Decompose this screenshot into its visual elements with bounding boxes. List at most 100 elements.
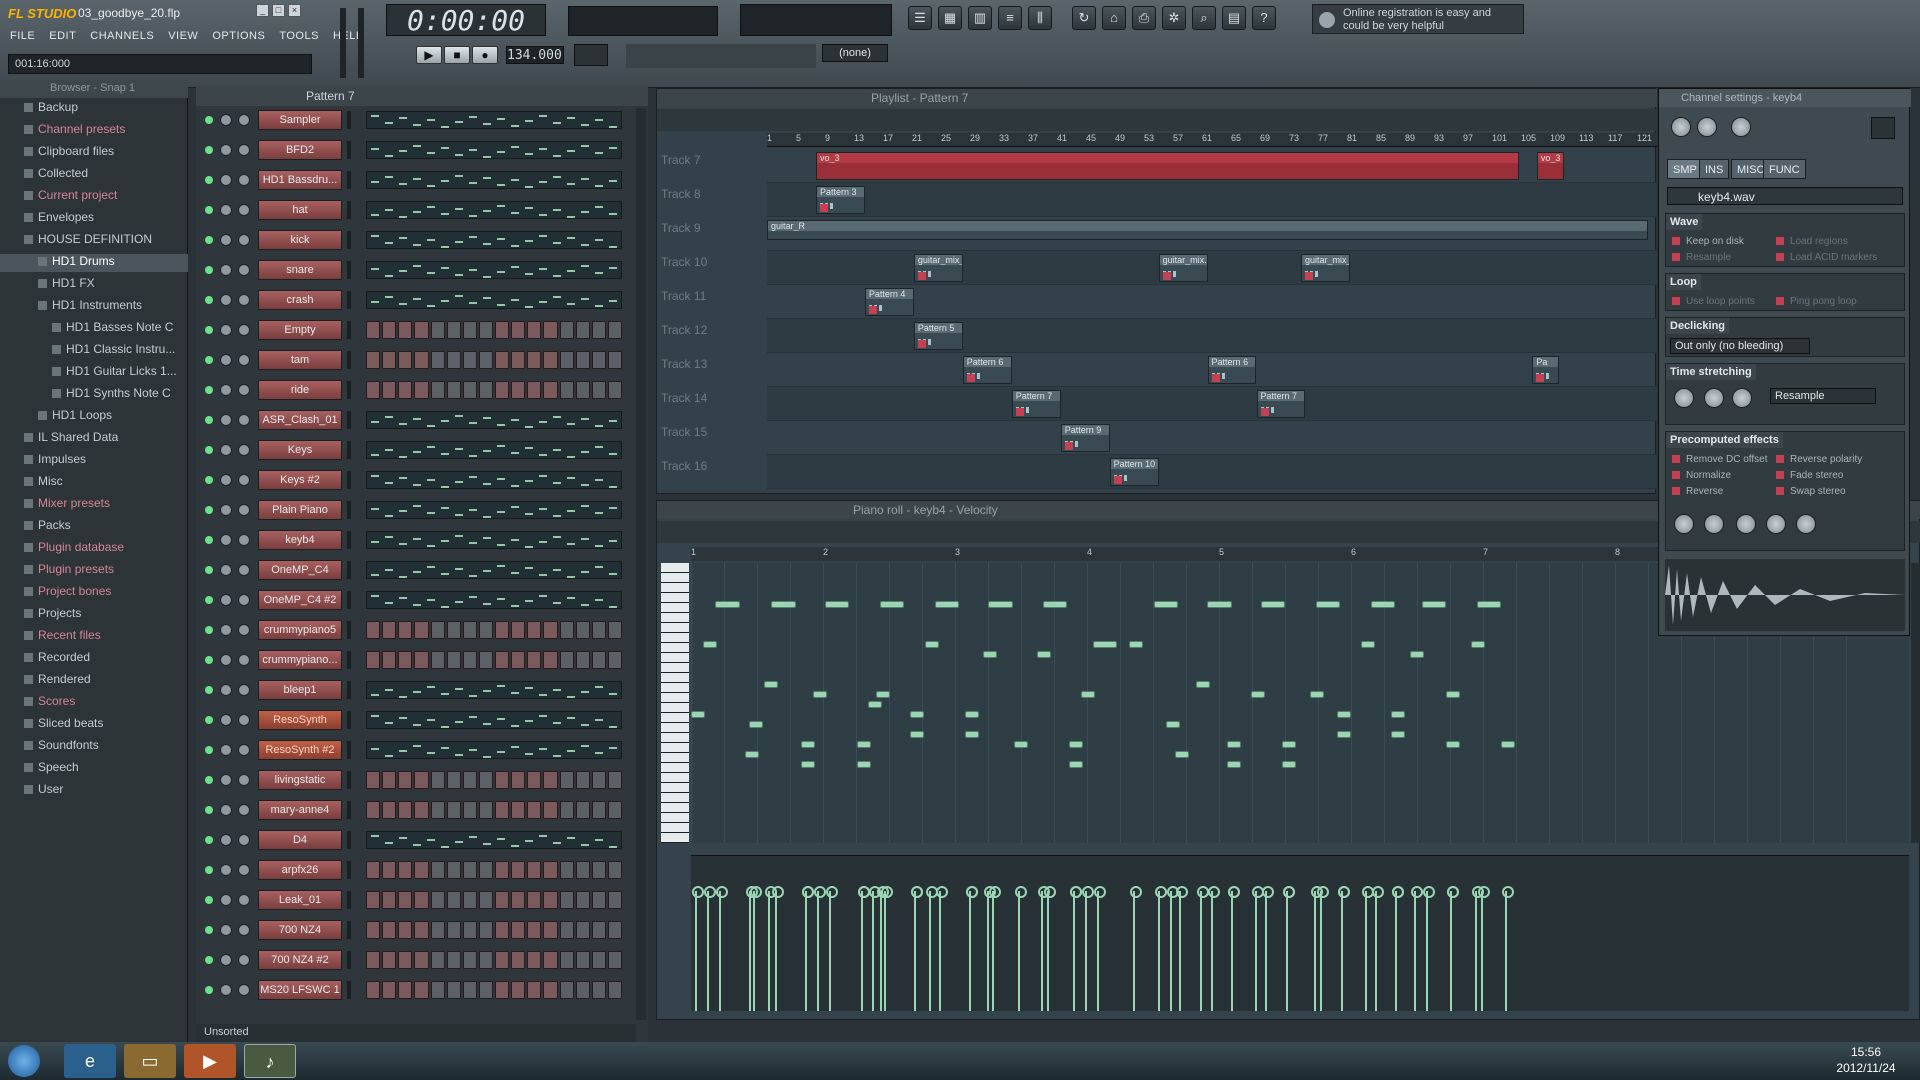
pan-knob[interactable] xyxy=(220,534,232,546)
online-news-panel[interactable]: Online registration is easy and could be… xyxy=(1312,4,1524,34)
playlist-clip[interactable]: Pattern 7 xyxy=(1011,390,1061,418)
browser-item[interactable]: Misc xyxy=(0,474,188,492)
step-buttons[interactable] xyxy=(366,861,622,879)
playlist-ruler[interactable]: 1 5 9 13 17 21 25 29 33 37 41 45 49 53 57 61 65 69 73 77 81 8… xyxy=(767,133,1657,147)
start-button[interactable] xyxy=(8,1045,40,1077)
channel-select[interactable] xyxy=(347,501,351,519)
volume-knob[interactable] xyxy=(238,864,250,876)
mini-piano-roll[interactable] xyxy=(366,411,622,429)
velocity-bar[interactable] xyxy=(880,886,893,1011)
pan-knob[interactable] xyxy=(220,984,232,996)
pattern-number[interactable] xyxy=(574,44,608,66)
mini-piano-roll[interactable] xyxy=(366,711,622,729)
piano-roll-note[interactable] xyxy=(983,651,998,658)
piano-roll-note[interactable] xyxy=(879,601,905,608)
piano-roll-note[interactable] xyxy=(1043,601,1068,608)
track-label[interactable]: Track 14 xyxy=(661,387,761,421)
playlist-clip[interactable]: Pattern 9 xyxy=(1060,424,1110,452)
option-checkbox[interactable]: Load regions xyxy=(1776,236,1848,247)
track-lane[interactable] xyxy=(767,251,1657,285)
pan-knob[interactable] xyxy=(220,564,232,576)
browser-item[interactable]: Scores xyxy=(0,694,188,712)
piano-roll-note[interactable] xyxy=(812,691,827,698)
pan-knob[interactable] xyxy=(220,474,232,486)
channel-button[interactable]: 700 NZ4 xyxy=(258,920,342,940)
piano-roll-note[interactable] xyxy=(824,601,850,608)
channel-button[interactable]: Plain Piano xyxy=(258,500,342,520)
channel-button[interactable]: Sampler xyxy=(258,110,342,130)
piano-roll-note[interactable] xyxy=(1370,601,1395,608)
browser-item[interactable]: Recent files xyxy=(0,628,188,646)
volume-knob[interactable] xyxy=(238,294,250,306)
piano-roll-note[interactable] xyxy=(1476,601,1501,608)
piano-roll-note[interactable] xyxy=(1391,711,1406,718)
velocity-bar[interactable] xyxy=(1167,886,1180,1011)
piano-roll-scrollbar[interactable] xyxy=(1911,563,1920,843)
media-player-icon[interactable]: ▶ xyxy=(184,1044,236,1078)
pan-knob[interactable] xyxy=(220,324,232,336)
pitch-knob[interactable] xyxy=(1731,117,1751,137)
velocity-lane[interactable] xyxy=(691,855,1909,1011)
channel-button[interactable]: Keys #2 xyxy=(258,470,342,490)
mute-led[interactable] xyxy=(205,566,213,574)
channel-select[interactable] xyxy=(347,171,351,189)
piano-roll-note[interactable] xyxy=(703,641,718,648)
velocity-bar[interactable] xyxy=(989,886,1002,1011)
channel-select[interactable] xyxy=(347,651,351,669)
mini-piano-roll[interactable] xyxy=(366,531,622,549)
project-info-icon[interactable]: ▤ xyxy=(1222,6,1246,30)
browser-item[interactable]: HD1 Instruments xyxy=(0,298,188,316)
piano-roll-note[interactable] xyxy=(1409,651,1424,658)
velocity-bar[interactable] xyxy=(1208,886,1221,1011)
browser-item[interactable]: HD1 Guitar Licks 1... xyxy=(0,364,188,382)
piano-roll-note[interactable] xyxy=(744,751,759,758)
velocity-bar[interactable] xyxy=(1069,886,1082,1011)
piano-roll-note[interactable] xyxy=(1336,711,1351,718)
volume-knob[interactable] xyxy=(238,954,250,966)
velocity-bar[interactable] xyxy=(984,886,997,1011)
step-buttons[interactable] xyxy=(366,651,622,669)
channel-button[interactable]: snare xyxy=(258,260,342,280)
fx-channel[interactable] xyxy=(1871,117,1895,139)
mute-led[interactable] xyxy=(205,326,213,334)
piano-roll-note[interactable] xyxy=(1080,691,1095,698)
velocity-bar[interactable] xyxy=(745,886,758,1011)
piano-roll-note[interactable] xyxy=(749,721,764,728)
pan-knob[interactable] xyxy=(220,864,232,876)
step-sequencer-icon[interactable]: ▦ xyxy=(938,6,962,30)
volume-knob[interactable] xyxy=(238,354,250,366)
piano-roll-note[interactable] xyxy=(1251,691,1266,698)
pan-knob[interactable] xyxy=(220,204,232,216)
piano-roll-note[interactable] xyxy=(1261,601,1286,608)
browser-item[interactable]: Impulses xyxy=(0,452,188,470)
piano-roll-note[interactable] xyxy=(1281,741,1296,748)
piano-roll-note[interactable] xyxy=(856,761,871,768)
close-button[interactable]: × xyxy=(288,4,301,17)
channel-button[interactable]: kick xyxy=(258,230,342,250)
channel-select[interactable] xyxy=(347,951,351,969)
tab-func[interactable]: FUNC xyxy=(1763,159,1806,179)
pan-knob[interactable] xyxy=(220,804,232,816)
piano-roll-note[interactable] xyxy=(1500,741,1515,748)
volume-knob[interactable] xyxy=(238,774,250,786)
volume-knob[interactable] xyxy=(1697,117,1717,137)
playlist-clip[interactable]: guitar_R xyxy=(767,220,1649,240)
volume-knob[interactable] xyxy=(238,714,250,726)
browser-item[interactable]: Projects xyxy=(0,606,188,624)
channel-button[interactable]: OneMP_C4 xyxy=(258,560,342,580)
velocity-bar[interactable] xyxy=(925,886,938,1011)
browser-item[interactable]: Soundfonts xyxy=(0,738,188,756)
mini-piano-roll[interactable] xyxy=(366,141,622,159)
mute-led[interactable] xyxy=(205,296,213,304)
pan-knob[interactable] xyxy=(220,384,232,396)
browser-item[interactable]: Mixer presets xyxy=(0,496,188,514)
volume-knob[interactable] xyxy=(238,894,250,906)
browser-item[interactable]: Recorded xyxy=(0,650,188,668)
pattern-selector[interactable]: (none) xyxy=(822,44,888,62)
mute-led[interactable] xyxy=(205,776,213,784)
channel-select[interactable] xyxy=(347,861,351,879)
mute-led[interactable] xyxy=(205,686,213,694)
volume-knob[interactable] xyxy=(238,744,250,756)
step-buttons[interactable] xyxy=(366,921,622,939)
volume-knob[interactable] xyxy=(238,474,250,486)
